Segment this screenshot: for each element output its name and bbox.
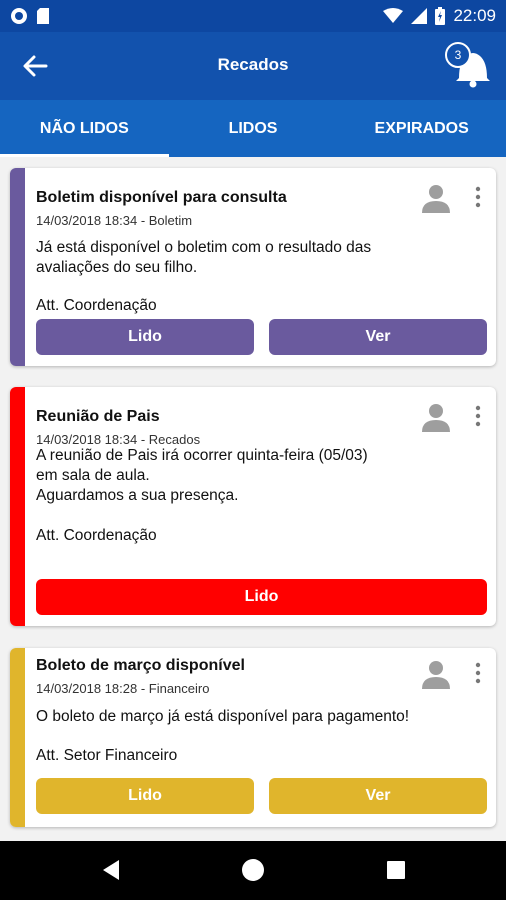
card-meta: 14/03/2018 18:34 - Boletim: [36, 213, 193, 228]
avatar-icon: [422, 185, 450, 213]
tab-bar: NÃO LIDOS LIDOS EXPIRADOS: [0, 100, 506, 157]
system-nav-bar: [0, 841, 506, 900]
mark-read-button[interactable]: Lido: [36, 778, 254, 814]
tab-lidos[interactable]: LIDOS: [169, 100, 338, 157]
card-body: Já está disponível o boletim com o resul…: [36, 239, 372, 276]
card-signature: Att. Coordenação: [36, 527, 157, 544]
status-left: [10, 7, 50, 25]
more-options-icon[interactable]: [475, 186, 481, 208]
card-color-stripe: [10, 387, 25, 626]
card-color-stripe: [10, 168, 25, 366]
avatar-icon: [422, 404, 450, 432]
app-bar: Recados 3: [0, 32, 506, 100]
card-signature: Att. Setor Financeiro: [36, 747, 178, 764]
mark-read-button[interactable]: Lido: [36, 319, 254, 355]
record-icon: [11, 8, 27, 24]
home-circle-icon[interactable]: [241, 858, 265, 882]
card-color-stripe: [10, 648, 25, 827]
message-card: Boletim disponível para consulta 14/03/2…: [10, 168, 496, 366]
sd-card-icon: [37, 8, 49, 24]
notifications-button[interactable]: 3: [442, 38, 492, 88]
message-card: Reunião de Pais 14/03/2018 18:34 - Recad…: [10, 387, 496, 626]
mark-read-button[interactable]: Lido: [36, 579, 487, 615]
message-card: Boleto de março disponível 14/03/2018 18…: [10, 648, 496, 827]
card-signature: Att. Coordenação: [36, 297, 157, 314]
back-triangle-icon[interactable]: [99, 858, 123, 882]
tab-expirados[interactable]: EXPIRADOS: [337, 100, 506, 157]
card-body: A reunião de Pais irá ocorrer quinta-fei…: [36, 447, 368, 504]
recents-square-icon[interactable]: [384, 858, 408, 882]
clock-time: 22:09: [453, 6, 496, 25]
card-title: Boleto de março disponível: [36, 657, 245, 674]
card-title: Reunião de Pais: [36, 408, 160, 425]
page-title: Recados: [217, 55, 289, 74]
card-title: Boletim disponível para consulta: [36, 189, 287, 206]
card-meta: 14/03/2018 18:34 - Recados: [36, 432, 201, 447]
status-bar: 22:09: [0, 0, 506, 32]
message-list[interactable]: Boletim disponível para consulta 14/03/2…: [0, 157, 506, 841]
card-meta: 14/03/2018 18:28 - Financeiro: [36, 681, 210, 696]
status-right: 22:09: [383, 6, 496, 26]
view-button[interactable]: Ver: [269, 319, 487, 355]
avatar-icon: [422, 661, 450, 689]
notification-count-badge: 3: [445, 42, 471, 68]
wifi-icon: [383, 8, 404, 23]
more-options-icon[interactable]: [475, 662, 481, 684]
battery-icon: [435, 7, 446, 25]
view-button[interactable]: Ver: [269, 778, 487, 814]
tab-nao-lidos[interactable]: NÃO LIDOS: [0, 100, 169, 157]
card-body: O boleto de março já está disponível par…: [36, 708, 410, 725]
signal-icon: [411, 8, 428, 24]
more-options-icon[interactable]: [475, 405, 481, 427]
